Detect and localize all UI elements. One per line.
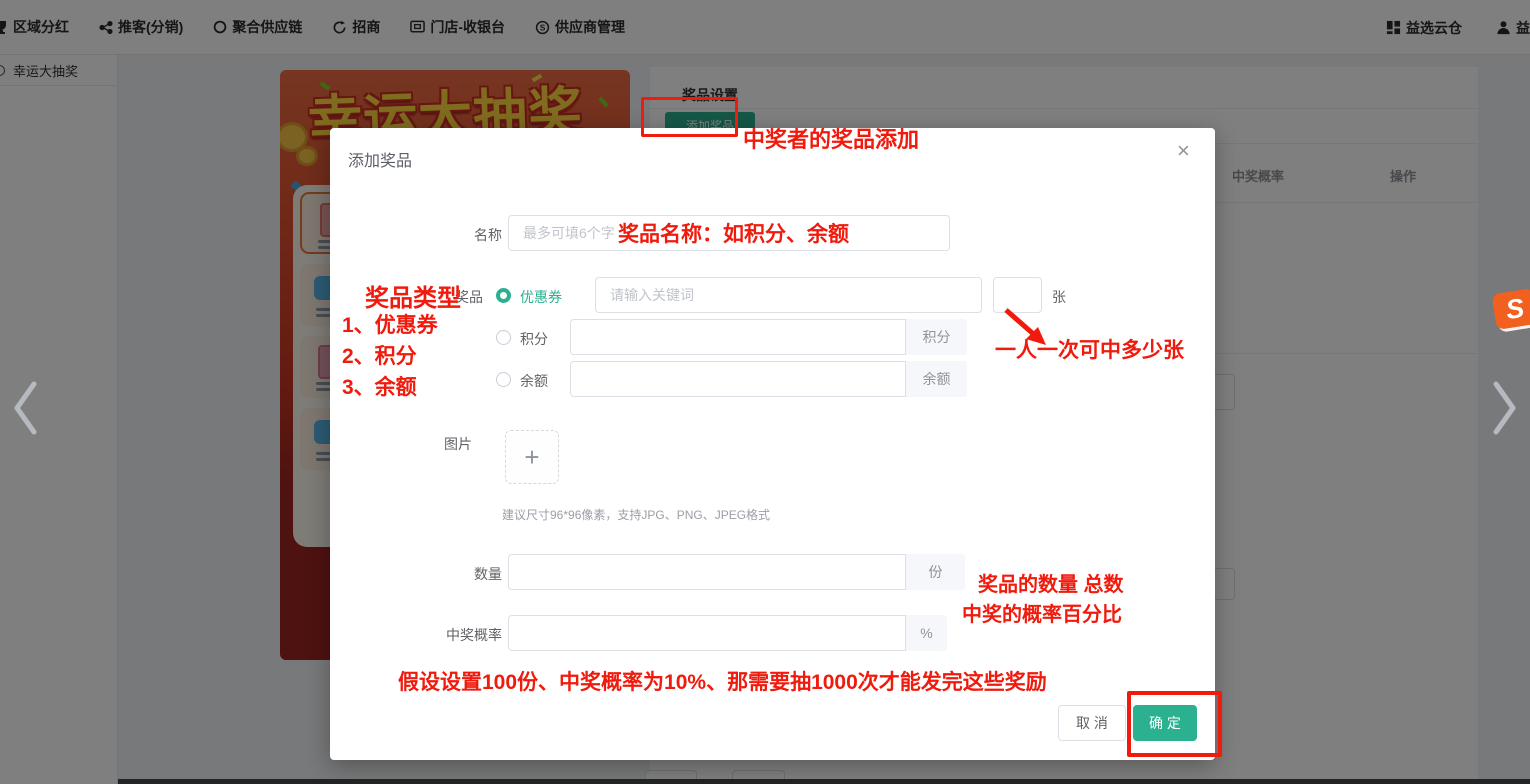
- chevron-right-icon[interactable]: [1488, 378, 1520, 438]
- annotation-name-note: 奖品名称：如积分、余额: [618, 218, 849, 248]
- annotation-add-button-note: 中奖者的奖品添加: [743, 122, 919, 154]
- annotation-unit-note: 一人一次可中多少张: [995, 334, 1184, 364]
- annotation-bottom-note: 假设设置100份、中奖概率为10%、那需要抽1000次才能发完这些奖励: [398, 666, 1047, 696]
- annotation-type-title: 奖品类型: [365, 278, 461, 313]
- radio-coupon[interactable]: [496, 288, 511, 303]
- annotation-type-item: 2、积分: [342, 340, 417, 370]
- annotation-type-item: 3、余额: [342, 371, 417, 401]
- plus-icon: +: [524, 442, 539, 473]
- balance-suffix: 余额: [905, 361, 967, 397]
- app-root: 区域分红 推客(分销) 聚合供应链 招商 门店-收银台 S 供应商管理: [0, 0, 1530, 784]
- modal-title: 添加奖品: [348, 147, 412, 171]
- radio-balance[interactable]: [496, 372, 511, 387]
- radio-coupon-label[interactable]: 优惠券: [520, 287, 562, 307]
- image-upload-box[interactable]: +: [505, 430, 559, 484]
- radio-balance-label[interactable]: 余额: [520, 371, 548, 391]
- annotation-rect-add-button: [641, 97, 738, 137]
- probability-suffix: %: [905, 615, 947, 651]
- annotation-rect-confirm-button: [1127, 691, 1222, 757]
- cancel-button[interactable]: 取 消: [1058, 705, 1126, 741]
- chevron-left-icon[interactable]: [10, 378, 42, 438]
- radio-points-label[interactable]: 积分: [520, 329, 548, 349]
- radio-points[interactable]: [496, 330, 511, 345]
- probability-field-label: 中奖概率: [362, 625, 502, 645]
- coupon-unit-label: 张: [1052, 287, 1066, 307]
- quantity-field-label: 数量: [362, 564, 502, 584]
- screenshot-tool-watermark: S: [1491, 288, 1530, 330]
- annotation-type-item: 1、优惠券: [342, 309, 438, 339]
- quantity-suffix: 份: [905, 554, 965, 590]
- name-field-label: 名称: [362, 225, 502, 245]
- quantity-input[interactable]: [508, 554, 965, 590]
- close-icon[interactable]: ×: [1177, 140, 1190, 162]
- image-upload-hint: 建议尺寸96*96像素，支持JPG、PNG、JPEG格式: [502, 506, 770, 523]
- points-suffix: 积分: [905, 319, 967, 355]
- coupon-keyword-input[interactable]: [595, 277, 982, 313]
- watermark-letter: S: [1504, 292, 1527, 325]
- probability-input[interactable]: [508, 615, 947, 651]
- image-field-label: 图片: [332, 434, 472, 454]
- annotation-probability-note: 中奖的概率百分比: [962, 598, 1122, 627]
- annotation-quantity-note: 奖品的数量 总数: [978, 568, 1124, 597]
